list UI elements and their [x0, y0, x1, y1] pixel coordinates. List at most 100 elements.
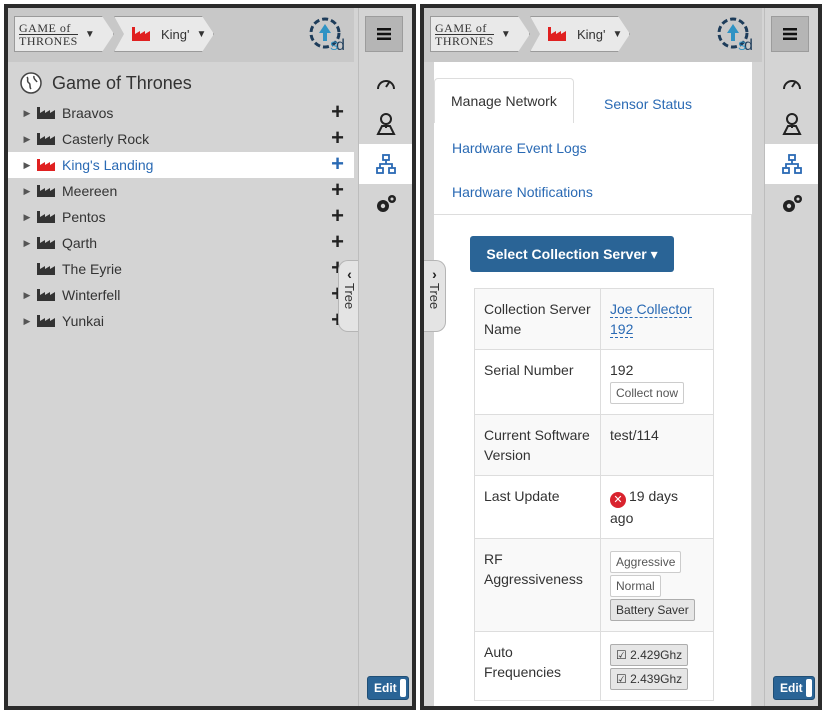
toggle-knob — [400, 679, 406, 697]
tree-root-label: Game of Thrones — [52, 72, 192, 93]
brand-logo: d S — [717, 17, 753, 54]
caret-right-icon[interactable]: ▶ — [18, 212, 36, 223]
network-card: Manage Network Sensor Status Hardware Ev… — [434, 62, 752, 706]
right-panel: GAME of THRONES ▼ King' ▼ d S Manage Netw… — [420, 4, 822, 710]
server-name-link[interactable]: Joe Collector — [610, 301, 692, 318]
tree-item-label: Braavos — [62, 105, 114, 121]
chevron-down-icon: ▼ — [612, 28, 623, 40]
breadcrumb-site[interactable]: King' ▼ — [530, 16, 630, 52]
tab-hardware-notifications[interactable]: Hardware Notifications — [452, 184, 593, 200]
factory-icon — [37, 263, 55, 275]
rail-network[interactable] — [765, 144, 818, 184]
add-icon[interactable]: + — [331, 101, 344, 123]
main-content: Manage Network Sensor Status Hardware Ev… — [424, 62, 762, 706]
tab-manage-network[interactable]: Manage Network — [434, 78, 574, 123]
tree-handle-label: Tree — [342, 283, 357, 310]
rf-battery-saver-button[interactable]: Battery Saver — [610, 599, 695, 621]
rail-map[interactable] — [765, 104, 818, 144]
tree-item-label: King's Landing — [62, 157, 154, 173]
rail-dashboard[interactable] — [359, 64, 412, 104]
table-row: Serial Number 192 Collect now — [474, 349, 714, 415]
rail-map[interactable] — [359, 104, 412, 144]
menu-button[interactable] — [365, 16, 403, 52]
breadcrumb-site[interactable]: King' ▼ — [114, 16, 214, 52]
brand-logo: d S — [309, 17, 345, 54]
tree-item-label: Winterfell — [62, 287, 121, 303]
chevron-down-icon: ▼ — [500, 28, 511, 40]
gears-icon — [377, 195, 396, 212]
checkbox-icon: ☑ — [616, 672, 631, 686]
toggle-knob — [806, 679, 812, 697]
site-label: King' — [577, 26, 606, 42]
caret-right-icon[interactable]: ▶ — [18, 186, 36, 197]
gears-icon — [783, 195, 802, 212]
factory-icon — [37, 315, 55, 327]
frequency-toggle[interactable]: ☑ 2.429Ghz — [610, 644, 689, 666]
select-collection-server-button[interactable]: Select Collection Server ▾ — [470, 236, 674, 272]
hamburger-icon — [783, 28, 797, 40]
tree-item[interactable]: ▶ King's Landing + — [8, 152, 354, 178]
collect-now-button[interactable]: Collect now — [610, 382, 685, 404]
table-row: Last Update ✕ 19 days ago — [474, 475, 714, 539]
tree-root[interactable]: Game of Thrones — [8, 66, 354, 100]
header: GAME of THRONES ▼ King' ▼ d S — [8, 8, 354, 62]
rail-settings[interactable] — [765, 184, 818, 224]
add-icon[interactable]: + — [331, 205, 344, 227]
breadcrumb-company[interactable]: GAME of THRONES ▼ — [14, 16, 114, 52]
tree-item[interactable]: ▶ Braavos + — [8, 100, 354, 126]
tree-item[interactable]: ▶ Meereen + — [8, 178, 354, 204]
tree-item[interactable]: ▶Yunkai+ — [8, 308, 354, 334]
rail-settings[interactable] — [359, 184, 412, 224]
map-marker-icon — [376, 113, 396, 135]
caret-right-icon[interactable]: ▶ — [18, 134, 36, 145]
factory-icon — [37, 185, 55, 197]
tab-sensor-status[interactable]: Sensor Status — [604, 96, 692, 112]
caret-right-icon[interactable]: ▶ — [18, 316, 36, 327]
tree-item[interactable]: ▶ Casterly Rock + — [8, 126, 354, 152]
tree-item[interactable]: ▶Winterfell+ — [8, 282, 354, 308]
add-icon[interactable]: + — [331, 179, 344, 201]
tree-item-label: Pentos — [62, 209, 106, 225]
tree-handle-label: Tree — [427, 283, 442, 310]
chevron-down-icon: ▼ — [196, 28, 207, 40]
edit-toggle[interactable]: Edit — [773, 676, 815, 700]
factory-icon — [37, 107, 55, 119]
server-info-table: Collection Server Name Joe Collector 192 … — [474, 288, 714, 701]
sitemap-icon — [782, 154, 802, 174]
right-rail: Edit — [764, 8, 818, 706]
add-icon[interactable]: + — [331, 127, 344, 149]
rail-dashboard[interactable] — [765, 64, 818, 104]
tree-item[interactable]: ▶ Qarth + — [8, 230, 354, 256]
right-rail: Edit — [358, 8, 412, 706]
frequency-toggle[interactable]: ☑ 2.439Ghz — [610, 668, 689, 690]
tree-expand-handle[interactable]: › Tree — [424, 260, 446, 332]
left-panel: GAME of THRONES ▼ King' ▼ d S Game of Thr… — [4, 4, 416, 710]
factory-icon — [37, 133, 55, 145]
factory-icon — [548, 27, 566, 41]
tree-collapse-handle[interactable]: ‹ Tree — [338, 260, 360, 332]
breadcrumb-company[interactable]: GAME of THRONES ▼ — [430, 16, 530, 52]
add-icon[interactable]: + — [331, 231, 344, 253]
server-name-link[interactable]: 192 — [610, 321, 634, 338]
edit-toggle[interactable]: Edit — [367, 676, 409, 700]
checkbox-icon: ☑ — [616, 648, 631, 662]
rf-normal-button[interactable]: Normal — [610, 575, 661, 597]
caret-right-icon[interactable]: ▶ — [18, 108, 36, 119]
rf-aggressive-button[interactable]: Aggressive — [610, 551, 682, 573]
header: GAME of THRONES ▼ King' ▼ d S — [424, 8, 762, 62]
rail-network[interactable] — [359, 144, 412, 184]
tree-item-label: Qarth — [62, 235, 98, 251]
table-row: Collection Server Name Joe Collector 192 — [474, 288, 714, 350]
tree-item[interactable]: ▶The Eyrie+ — [8, 256, 354, 282]
caret-right-icon[interactable]: ▶ — [18, 160, 36, 171]
tree-item-label: Meereen — [62, 183, 118, 199]
tree-item[interactable]: ▶ Pentos + — [8, 204, 354, 230]
add-icon[interactable]: + — [331, 153, 344, 175]
caret-right-icon[interactable]: ▶ — [18, 238, 36, 249]
tab-hardware-event-logs[interactable]: Hardware Event Logs — [452, 140, 587, 156]
caret-right-icon[interactable]: ▶ — [18, 290, 36, 301]
menu-button[interactable] — [771, 16, 809, 52]
site-label: King' — [161, 26, 190, 42]
edit-label: Edit — [780, 681, 803, 695]
company-logo: GAME of THRONES — [435, 20, 494, 48]
